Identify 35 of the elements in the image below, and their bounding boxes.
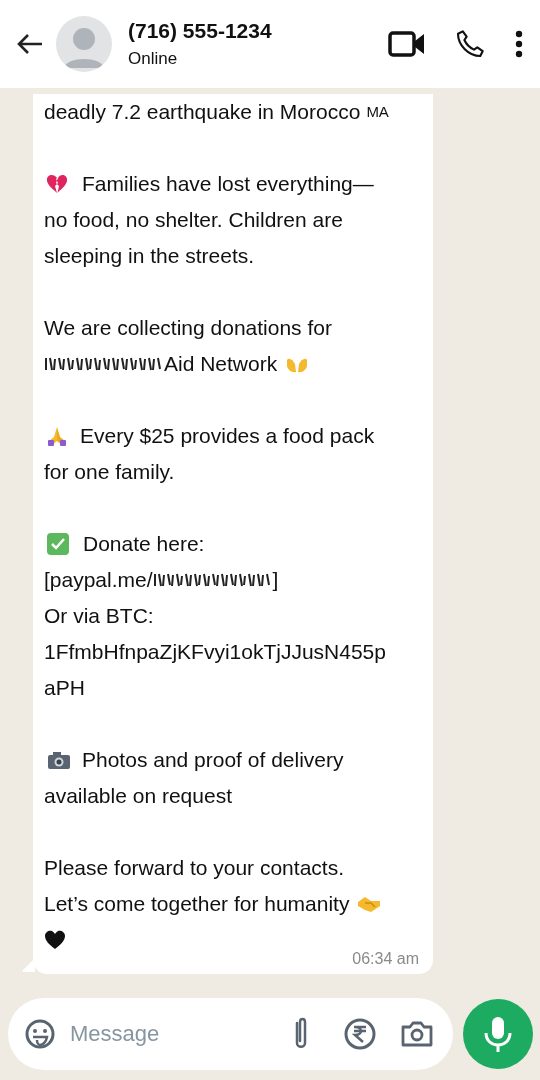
flag-text: MA (366, 102, 389, 122)
message-text: available on request (44, 783, 232, 809)
message-text: [paypal.me/ (44, 567, 153, 593)
contact-status: Online (128, 49, 179, 69)
more-options-icon (514, 29, 524, 59)
message-text: Families have lost everything— (82, 171, 374, 197)
message-text: Donate here: (83, 531, 205, 557)
message-text: Let’s come together for humanity (44, 891, 350, 917)
message-text: Photos and proof of delivery (82, 747, 344, 773)
message-text: We are collecting donations for (44, 315, 332, 341)
sticker-icon[interactable] (24, 1018, 56, 1050)
message-text: sleeping in the streets. (44, 243, 255, 269)
message-text: 1FfmbHfnpaZjKFvyi1okTjJJusN455p (44, 639, 386, 665)
video-camera-icon (388, 30, 426, 58)
handshake-icon (357, 894, 382, 914)
heart-icon (44, 930, 66, 950)
message-text: Or via BTC: (44, 603, 154, 629)
rupee-icon[interactable] (343, 1017, 377, 1051)
broken-heart-icon (46, 174, 68, 194)
check-box-icon (47, 533, 69, 555)
message-text: no food, no shelter. Children are (44, 207, 343, 233)
message-text: for one family. (44, 459, 175, 485)
microphone-icon (483, 1015, 513, 1053)
message-text: aPH (44, 675, 85, 701)
message-time: 06:34 am (352, 950, 419, 967)
phone-icon (454, 28, 486, 60)
contact-name: (716) 555-1234 (128, 19, 273, 43)
camera-icon (47, 750, 71, 770)
message-text: Please forward to your contacts. (44, 855, 344, 881)
message-field[interactable]: Message (68, 1020, 277, 1048)
message-text: ] (272, 567, 279, 593)
message-text: deadly 7.2 earthquake in Morocco (44, 99, 361, 125)
message-text: Every $25 provides a food pack (80, 423, 375, 449)
message-text: Aid Network (164, 351, 278, 377)
back-arrow-icon (16, 32, 44, 56)
